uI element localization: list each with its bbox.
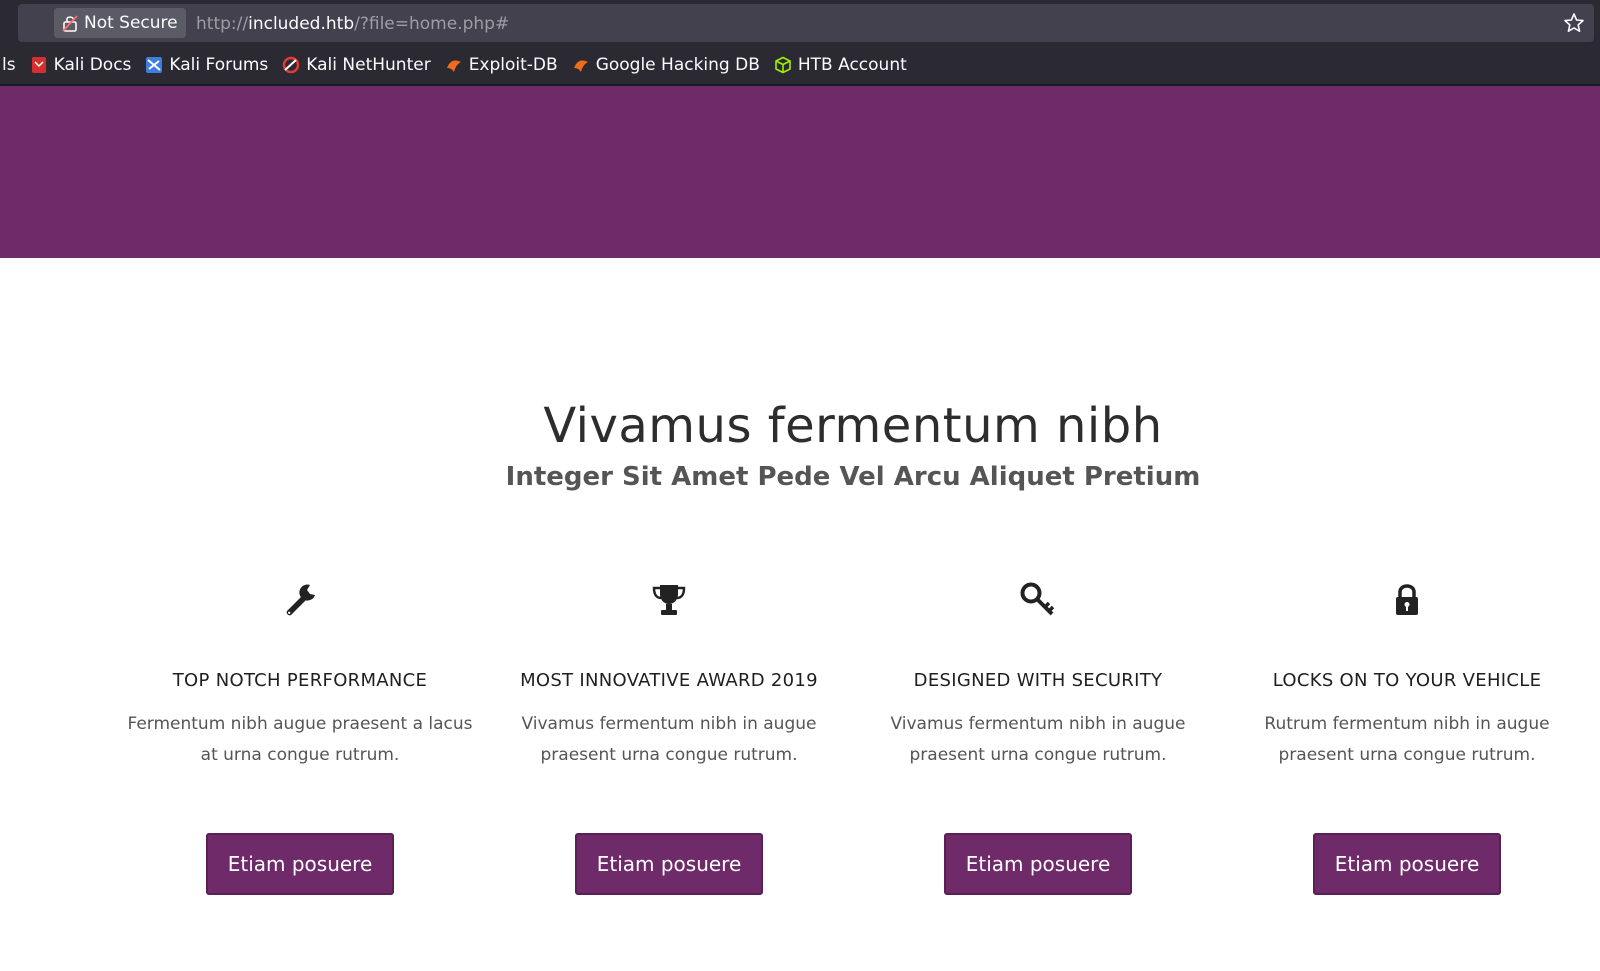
feature-text: Rutrum fermentum nibh in augue praesent … [1264, 714, 1550, 765]
feature-title: MOST INNOVATIVE AWARD 2019 [520, 670, 818, 691]
bookmark-exploit-db[interactable]: Exploit-DB [445, 55, 558, 75]
page-headline: Vivamus fermentum nibh [543, 398, 1163, 454]
feature-title: LOCKS ON TO YOUR VEHICLE [1272, 670, 1542, 691]
hero-banner [0, 86, 1600, 258]
kali-nethunter-icon [283, 56, 300, 74]
bookmark-star-icon[interactable] [1563, 12, 1585, 34]
bookmark-label: Kali Docs [53, 55, 132, 75]
url-scheme: http:// [196, 14, 249, 34]
kali-forums-icon [146, 57, 163, 73]
bookmark-label: HTB Account [797, 55, 907, 75]
htb-cube-icon [775, 56, 791, 74]
bookmark-label: Google Hacking DB [595, 55, 760, 75]
key-icon [1020, 582, 1055, 616]
etiam-posuere-button[interactable]: Etiam posuere [1313, 833, 1501, 895]
bookmark-kali-docs[interactable]: Kali Docs [30, 55, 132, 75]
bookmark-label: Kali Forums [169, 55, 269, 75]
bookmark-kali-nethunter[interactable]: Kali NetHunter [282, 55, 431, 75]
browser-toolbar: Not Secure http://included.htb/?file=hom… [0, 0, 1600, 46]
url-text[interactable]: http://included.htb/?file=home.php# [196, 12, 509, 36]
feature-card-vehicle-lock: LOCKS ON TO YOUR VEHICLE Rutrum fermentu… [1222, 580, 1592, 895]
page-subheadline: Integer Sit Amet Pede Vel Arcu Aliquet P… [505, 462, 1201, 492]
url-host: included.htb [248, 14, 355, 34]
wrench-icon [286, 584, 315, 616]
bookmark-kali-forums[interactable]: Kali Forums [145, 55, 268, 75]
google-hacking-db-icon [573, 60, 588, 72]
url-path: /?file=home.php# [354, 14, 510, 34]
exploit-db-icon [446, 60, 461, 72]
etiam-posuere-button[interactable]: Etiam posuere [206, 833, 394, 895]
bookmark-htb-account[interactable]: HTB Account [774, 55, 907, 75]
bookmark-google-hacking-db[interactable]: Google Hacking DB [572, 55, 760, 75]
feature-text: Vivamus fermentum nibh in augue praesent… [521, 714, 817, 765]
bookmark-label: Kali NetHunter [306, 55, 431, 75]
kali-docs-icon [31, 57, 46, 73]
insecure-lock-icon [62, 15, 78, 32]
not-secure-label: Not Secure [84, 13, 178, 33]
bookmark-label: Exploit-DB [468, 55, 558, 75]
feature-card-performance: TOP NOTCH PERFORMANCE Fermentum nibh aug… [115, 580, 485, 895]
feature-title: DESIGNED WITH SECURITY [913, 670, 1163, 691]
feature-card-award: MOST INNOVATIVE AWARD 2019 Vivamus ferme… [484, 580, 854, 895]
padlock-icon [1396, 584, 1418, 615]
etiam-posuere-button[interactable]: Etiam posuere [944, 833, 1132, 895]
trophy-icon [652, 585, 686, 615]
feature-title: TOP NOTCH PERFORMANCE [172, 670, 428, 691]
not-secure-badge[interactable]: Not Secure [54, 8, 186, 38]
bookmark-partial[interactable]: ls [2, 55, 16, 75]
feature-text: Vivamus fermentum nibh in augue praesent… [890, 714, 1186, 765]
bookmarks-toolbar: ls Kali Docs Kali Forums Kali NetHunter … [0, 46, 1600, 86]
feature-card-security: DESIGNED WITH SECURITY Vivamus fermentum… [853, 580, 1223, 895]
feature-text: Fermentum nibh augue praesent a lacus at… [127, 714, 473, 765]
etiam-posuere-button[interactable]: Etiam posuere [575, 833, 763, 895]
